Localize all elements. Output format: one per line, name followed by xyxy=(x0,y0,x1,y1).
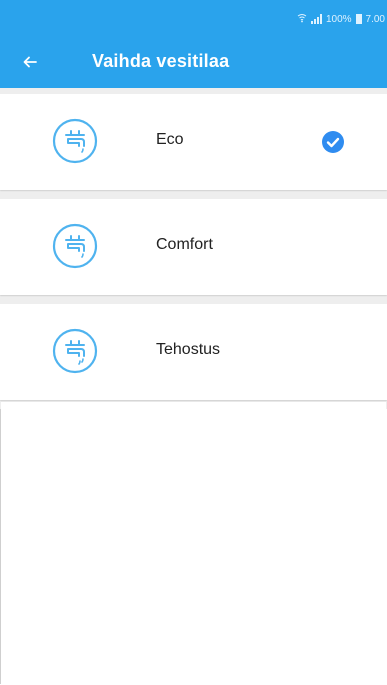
status-bar: 100% 7.00 xyxy=(297,12,385,26)
water-mode-list: Eco Comfort Tehostus xyxy=(0,88,387,409)
mode-label: Tehostus xyxy=(156,341,221,358)
mode-label: Eco xyxy=(156,131,184,148)
signal-icon xyxy=(310,14,322,24)
mode-item-comfort[interactable]: Comfort xyxy=(0,199,387,295)
wifi-icon xyxy=(297,13,307,26)
selected-check-icon xyxy=(321,130,345,154)
mode-item-eco[interactable]: Eco xyxy=(0,94,387,190)
faucet-icon xyxy=(52,118,98,164)
battery-percent: 100% xyxy=(325,13,352,25)
faucet-icon xyxy=(52,223,98,269)
back-button[interactable] xyxy=(22,47,60,77)
empty-content-area xyxy=(1,402,386,684)
clock: 7.00 xyxy=(365,13,385,25)
battery-icon xyxy=(355,14,362,24)
faucet-icon xyxy=(52,328,98,374)
mode-item-tehostus[interactable]: Tehostus xyxy=(0,304,387,400)
mode-label: Comfort xyxy=(156,236,213,253)
arrow-left-icon xyxy=(22,50,38,75)
page-title: Vaihda vesitilaa xyxy=(92,51,230,71)
app-bar: 100% 7.00 Vaihda vesitilaa xyxy=(0,0,387,88)
